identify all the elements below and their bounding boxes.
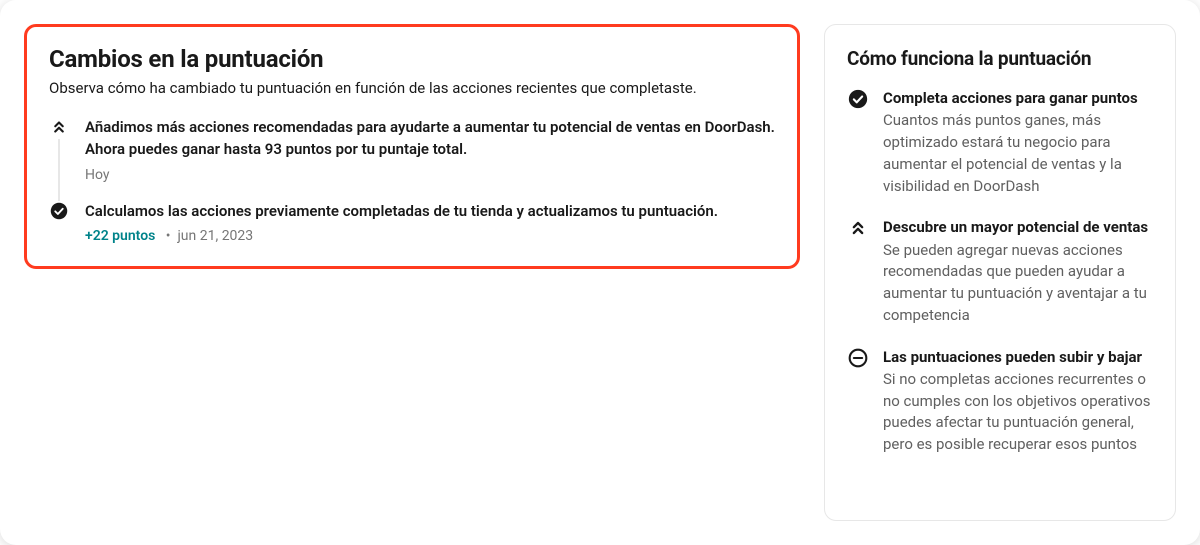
info-item: Descubre un mayor potencial de ventas Se…: [847, 217, 1153, 326]
meta-separator: •: [159, 228, 178, 244]
timeline-text: Añadimos más acciones recomendadas para …: [85, 117, 775, 161]
timeline-meta: Hoy: [85, 167, 775, 183]
timeline-date: jun 21, 2023: [177, 228, 253, 244]
check-filled-icon: [49, 201, 69, 221]
info-body: Cuantos más puntos ganes, más optimizado…: [883, 110, 1153, 197]
info-body: Si no completas acciones recurrentes o n…: [883, 369, 1153, 456]
chevrons-up-icon: [49, 117, 69, 137]
score-changes-subtitle: Observa cómo ha cambiado tu puntuación e…: [49, 79, 775, 97]
info-title: Descubre un mayor potencial de ventas: [883, 217, 1153, 237]
info-title: Las puntuaciones pueden subir y bajar: [883, 347, 1153, 367]
minus-circle-icon: [847, 347, 869, 369]
page-container: Cambios en la puntuación Observa cómo ha…: [0, 0, 1200, 545]
info-item: Completa acciones para ganar puntos Cuan…: [847, 88, 1153, 197]
timeline-date: Hoy: [85, 167, 110, 183]
info-item: Las puntuaciones pueden subir y bajar Si…: [847, 347, 1153, 456]
timeline-content: Calculamos las acciones previamente comp…: [85, 201, 775, 245]
check-filled-icon: [847, 88, 869, 110]
highlight-box: Cambios en la puntuación Observa cómo ha…: [24, 24, 800, 269]
timeline-content: Añadimos más acciones recomendadas para …: [85, 117, 775, 183]
score-changes-title: Cambios en la puntuación: [49, 45, 775, 73]
info-body: Se pueden agregar nuevas acciones recome…: [883, 240, 1153, 327]
timeline: Añadimos más acciones recomendadas para …: [49, 117, 775, 244]
info-content: Descubre un mayor potencial de ventas Se…: [883, 217, 1153, 326]
score-changes-panel: Cambios en la puntuación Observa cómo ha…: [24, 24, 800, 521]
timeline-points: +22 puntos: [85, 228, 155, 244]
how-scoring-works-panel: Cómo funciona la puntuación Completa acc…: [824, 24, 1176, 521]
info-title: Completa acciones para ganar puntos: [883, 88, 1153, 108]
info-content: Completa acciones para ganar puntos Cuan…: [883, 88, 1153, 197]
how-scoring-works-title: Cómo funciona la puntuación: [847, 47, 1153, 70]
timeline-item: Calculamos las acciones previamente comp…: [49, 201, 775, 245]
chevrons-up-icon: [847, 217, 869, 239]
timeline-text: Calculamos las acciones previamente comp…: [85, 201, 775, 223]
timeline-item: Añadimos más acciones recomendadas para …: [49, 117, 775, 183]
timeline-meta: +22 puntos • jun 21, 2023: [85, 228, 775, 244]
info-content: Las puntuaciones pueden subir y bajar Si…: [883, 347, 1153, 456]
timeline-connector: [58, 139, 60, 209]
